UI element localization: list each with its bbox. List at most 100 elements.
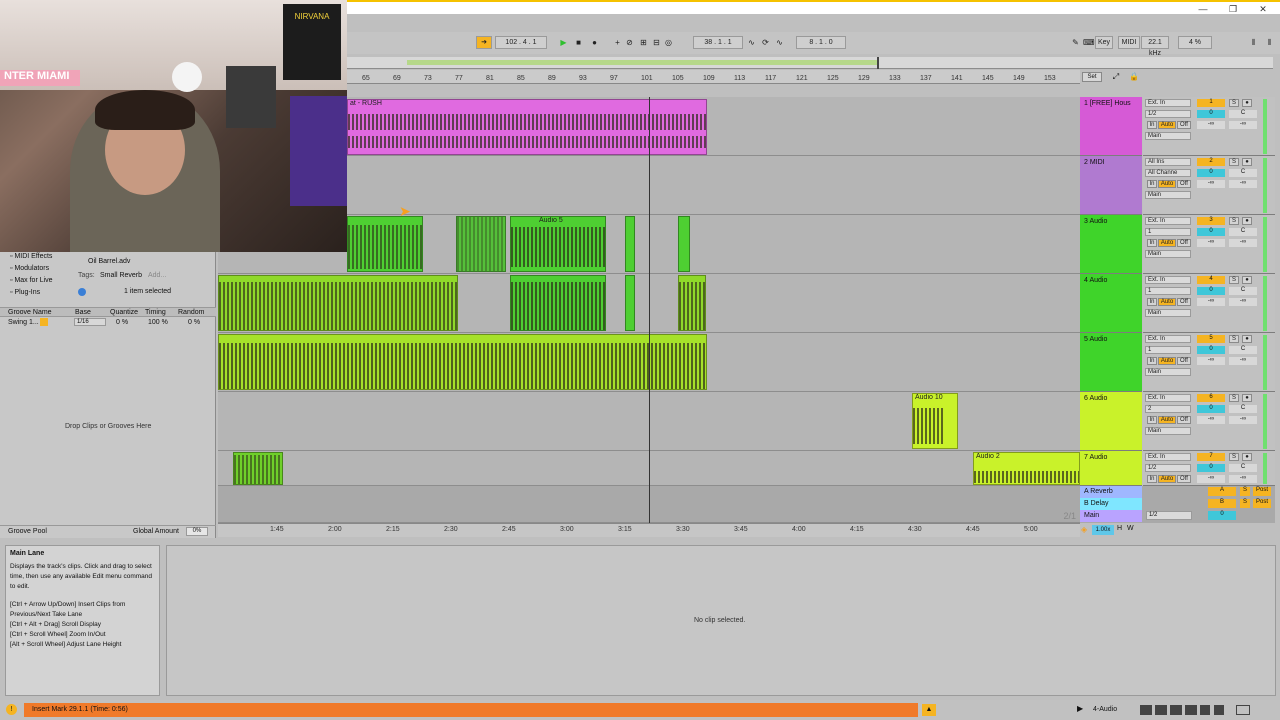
solo-button[interactable]: S [1229, 276, 1239, 284]
output-select[interactable]: Main [1145, 309, 1191, 317]
arrangement-position-display[interactable]: 38 . 1 . 1 [693, 36, 743, 49]
browser-category[interactable]: ▫ Max for Live [10, 277, 53, 284]
input-channel-select[interactable]: 1/2 [1145, 464, 1191, 472]
monitor-auto-button[interactable]: Auto [1158, 298, 1176, 306]
monitor-off-button[interactable]: Off [1177, 239, 1191, 247]
arm-record-icon[interactable]: ● [1242, 335, 1252, 343]
volume-field[interactable]: 0 [1197, 110, 1225, 118]
post-button[interactable]: Post [1253, 499, 1271, 508]
track-activator[interactable]: 5 [1197, 335, 1225, 343]
arrangement-view[interactable]: at - RUSH Audio 5 Audio 10 Audio 2 2/1 ➤ [218, 97, 1080, 523]
track-name[interactable]: 3 Audio [1080, 215, 1142, 225]
audio-clip[interactable] [218, 275, 458, 331]
warning-icon[interactable]: ▲ [922, 704, 936, 716]
monitor-in-button[interactable]: In [1147, 416, 1157, 424]
monitor-auto-button[interactable]: Auto [1158, 239, 1176, 247]
view-switcher-icons[interactable] [1140, 705, 1210, 715]
track-header[interactable]: 5 Audio [1080, 333, 1142, 392]
send-b-field[interactable]: -∞ [1229, 180, 1257, 188]
track-activator[interactable]: 6 [1197, 394, 1225, 402]
arm-record-icon[interactable]: ● [1242, 99, 1252, 107]
post-button[interactable]: Post [1253, 487, 1271, 496]
pan-field[interactable]: C [1229, 346, 1257, 354]
input-channel-select[interactable]: 1 [1145, 287, 1191, 295]
track-name[interactable]: 6 Audio [1080, 392, 1142, 402]
midi-map-button[interactable]: MIDI [1118, 36, 1140, 49]
audio-clip[interactable] [456, 216, 506, 272]
clip-detail-view[interactable]: No clip selected. [166, 545, 1276, 696]
main-volume[interactable]: 0 [1208, 511, 1236, 520]
input-type-select[interactable]: Ext. In [1145, 99, 1191, 107]
monitor-off-button[interactable]: Off [1177, 180, 1191, 188]
monitor-in-button[interactable]: In [1147, 298, 1157, 306]
output-select[interactable]: Main [1145, 427, 1191, 435]
restore-icon[interactable]: ❐ [1226, 3, 1240, 15]
monitor-in-button[interactable]: In [1147, 475, 1157, 483]
keyboard-icon[interactable]: ⌨ [1083, 37, 1095, 48]
play-icon[interactable]: ▶ [558, 37, 569, 48]
lock-icon[interactable]: 🔒 [1129, 72, 1139, 82]
session-record-icon[interactable]: ⊞ [638, 37, 649, 48]
main-output-select[interactable]: 1/2 [1146, 511, 1192, 520]
output-select[interactable]: Main [1145, 368, 1191, 376]
volume-field[interactable]: 0 [1197, 169, 1225, 177]
monitor-off-button[interactable]: Off [1177, 298, 1191, 306]
audio-clip[interactable] [510, 275, 606, 331]
minimize-icon[interactable]: — [1196, 3, 1210, 15]
return-b-delay[interactable]: B Delay [1080, 498, 1142, 510]
monitor-off-button[interactable]: Off [1177, 357, 1191, 365]
audio-clip[interactable] [233, 452, 283, 485]
output-select[interactable]: Main [1145, 250, 1191, 258]
monitor-in-button[interactable]: In [1147, 180, 1157, 188]
track-header[interactable]: 4 Audio [1080, 274, 1142, 333]
send-a-field[interactable]: -∞ [1197, 475, 1225, 483]
browser-file[interactable]: Oil Barrel.adv [88, 258, 130, 265]
return-a-reverb[interactable]: A Reverb [1080, 486, 1142, 498]
send-b-field[interactable]: -∞ [1229, 416, 1257, 424]
monitor-auto-button[interactable]: Auto [1158, 180, 1176, 188]
track-name[interactable]: 4 Audio [1080, 274, 1142, 284]
zoom-icon[interactable]: ◈ [1081, 525, 1087, 534]
monitor-in-button[interactable]: In [1147, 121, 1157, 129]
track-header[interactable]: 2 MIDI [1080, 156, 1142, 215]
arm-record-icon[interactable]: ● [1242, 158, 1252, 166]
pan-field[interactable]: C [1229, 110, 1257, 118]
return-a-button[interactable]: A [1208, 487, 1236, 496]
global-amount-field[interactable]: 0% [186, 527, 208, 536]
solo-button[interactable]: S [1229, 99, 1239, 107]
track-header[interactable]: 3 Audio [1080, 215, 1142, 274]
punch-in-icon[interactable]: ∿ [746, 37, 757, 48]
send-b-field[interactable]: -∞ [1229, 239, 1257, 247]
monitor-in-button[interactable]: In [1147, 357, 1157, 365]
arm-record-icon[interactable]: ● [1242, 276, 1252, 284]
close-icon[interactable]: ✕ [1256, 3, 1270, 15]
volume-field[interactable]: 0 [1197, 287, 1225, 295]
browser-category[interactable]: ▫ Plug-Ins [10, 289, 40, 296]
volume-field[interactable]: 0 [1197, 228, 1225, 236]
capture-icon[interactable]: ⊟ [651, 37, 662, 48]
info-toggle-icon[interactable]: ! [6, 704, 17, 715]
bar-ruler[interactable]: 65 69 73 77 81 85 89 93 97 101 105 109 113 117 121 125 1… [347, 70, 1080, 84]
arm-record-icon[interactable]: ● [1242, 394, 1252, 402]
expand-icon[interactable]: ⤢ [1111, 72, 1121, 82]
key-map-button[interactable]: Key [1095, 36, 1113, 49]
send-b-field[interactable]: -∞ [1229, 121, 1257, 129]
solo-button[interactable]: S [1229, 394, 1239, 402]
groove-quantize[interactable]: 0 % [116, 319, 128, 326]
groove-random[interactable]: 0 % [188, 319, 200, 326]
send-b-field[interactable]: -∞ [1229, 357, 1257, 365]
track-header[interactable]: 6 Audio [1080, 392, 1142, 451]
input-channel-select[interactable]: 1 [1145, 346, 1191, 354]
height-toggle[interactable]: H [1117, 525, 1122, 532]
monitor-in-button[interactable]: In [1147, 239, 1157, 247]
send-a-field[interactable]: -∞ [1197, 239, 1225, 247]
record-icon[interactable]: ● [589, 37, 600, 48]
output-select[interactable]: Main [1145, 191, 1191, 199]
input-type-select[interactable]: Ext. In [1145, 276, 1191, 284]
browser-category[interactable]: ▫ MIDI Effects [10, 253, 52, 260]
audio-clip[interactable] [625, 216, 635, 272]
time-ruler[interactable]: 1:45 2:00 2:15 2:30 2:45 3:00 3:15 3:30 3:45 4:00… [218, 523, 1080, 537]
pan-field[interactable]: C [1229, 169, 1257, 177]
hot-swap-icon[interactable] [40, 318, 48, 326]
arm-record-icon[interactable]: ● [1242, 217, 1252, 225]
